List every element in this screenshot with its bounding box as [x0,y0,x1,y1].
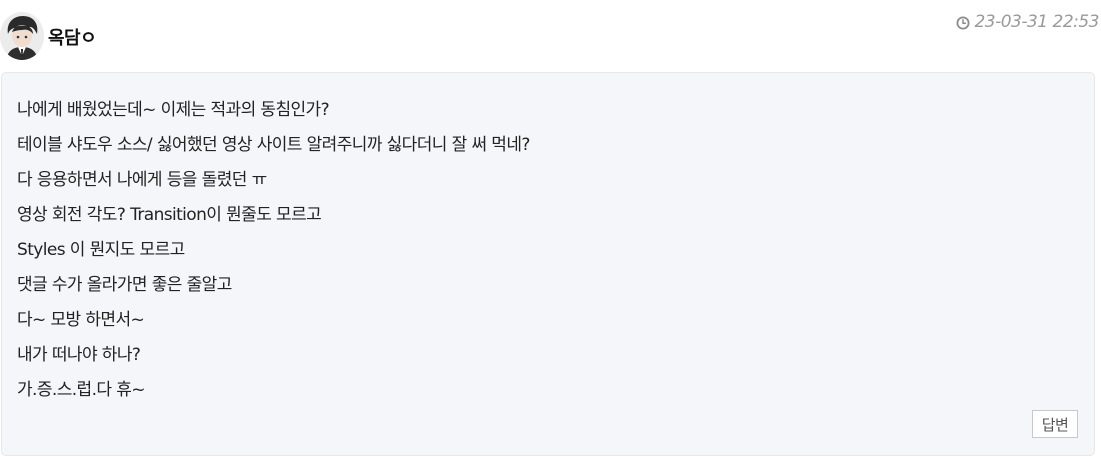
comment-line: 영상 회전 각도? Transition이 뭔줄도 모르고 [17,205,322,225]
comment-line: 테이블 샤도우 소스/ 싫어했던 영상 사이트 알려주니까 싫다더니 잘 써 먹… [17,135,530,155]
comment-line: 가.증.스.럽.다 휴~ [17,380,146,400]
comment-body: 나에게 배웠었는데~ 이제는 적과의 동침인가? 테이블 샤도우 소스/ 싫어했… [17,93,530,408]
comment-box: 나에게 배웠었는데~ 이제는 적과의 동침인가? 테이블 샤도우 소스/ 싫어했… [1,72,1095,456]
comment-header: 옥담ㅇ 23-03-31 22:53 [0,0,1101,68]
comment-line: Styles 이 뭔지도 모르고 [17,240,185,260]
comment-line: 다~ 모방 하면서~ [17,310,145,330]
comment-timestamp: 23-03-31 22:53 [956,12,1099,32]
comment-line: 내가 떠나야 하나? [17,345,141,365]
clock-icon [956,15,970,30]
comment-line: 나에게 배웠었는데~ 이제는 적과의 동침인가? [17,100,330,120]
reply-button[interactable]: 답변 [1032,410,1078,438]
comment-author[interactable]: 옥담ㅇ [48,24,97,50]
user-avatar-icon [0,12,44,60]
avatar[interactable] [0,12,44,60]
comment-line: 댓글 수가 올라가면 좋은 줄알고 [17,275,232,295]
comment-line: 다 응용하면서 나에게 등을 돌렸던 ㅠ [17,170,267,190]
timestamp-text: 23-03-31 22:53 [974,12,1099,32]
